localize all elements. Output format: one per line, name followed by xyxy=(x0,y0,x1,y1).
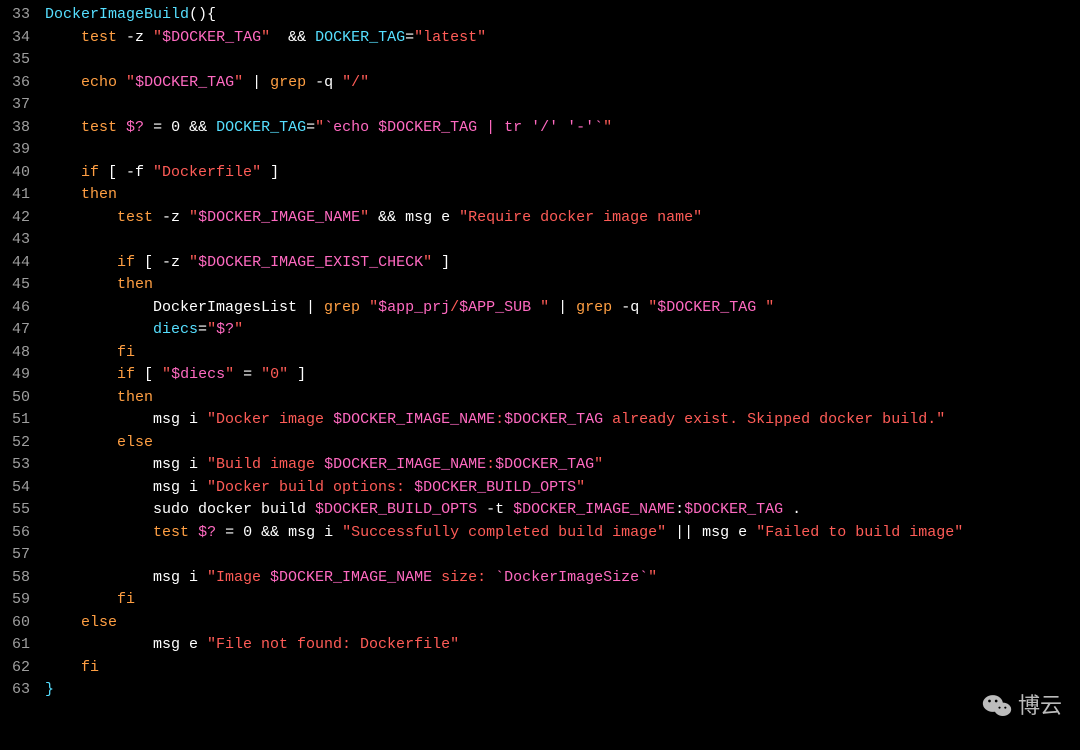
code-line: 45 then xyxy=(0,274,1080,297)
code-line: 35 xyxy=(0,49,1080,72)
line-code: fi xyxy=(36,657,1080,680)
line-code: then xyxy=(36,274,1080,297)
line-code: else xyxy=(36,612,1080,635)
code-line: 56 test $? = 0 && msg i "Successfully co… xyxy=(0,522,1080,545)
line-number: 43 xyxy=(0,229,36,252)
line-code xyxy=(36,139,1080,162)
line-code: } xyxy=(36,679,1080,702)
line-number: 63 xyxy=(0,679,36,702)
line-number: 47 xyxy=(0,319,36,342)
line-code: then xyxy=(36,184,1080,207)
line-number: 61 xyxy=(0,634,36,657)
code-line: 37 xyxy=(0,94,1080,117)
line-code xyxy=(36,229,1080,252)
watermark: 博云 xyxy=(982,689,1062,722)
watermark-text: 博云 xyxy=(1018,689,1062,722)
line-code: msg i "Docker build options: $DOCKER_BUI… xyxy=(36,477,1080,500)
line-number: 37 xyxy=(0,94,36,117)
line-code: if [ -f "Dockerfile" ] xyxy=(36,162,1080,185)
line-number: 55 xyxy=(0,499,36,522)
line-number: 48 xyxy=(0,342,36,365)
code-line: 49 if [ "$diecs" = "0" ] xyxy=(0,364,1080,387)
line-number: 42 xyxy=(0,207,36,230)
line-code xyxy=(36,94,1080,117)
line-number: 59 xyxy=(0,589,36,612)
code-line: 33 DockerImageBuild(){ xyxy=(0,4,1080,27)
code-line: 34 test -z "$DOCKER_TAG" && DOCKER_TAG="… xyxy=(0,27,1080,50)
line-number: 45 xyxy=(0,274,36,297)
line-number: 52 xyxy=(0,432,36,455)
line-number: 34 xyxy=(0,27,36,50)
line-code: then xyxy=(36,387,1080,410)
line-code: diecs="$?" xyxy=(36,319,1080,342)
line-code: test $? = 0 && DOCKER_TAG="`echo $DOCKER… xyxy=(36,117,1080,140)
code-line: 38 test $? = 0 && DOCKER_TAG="`echo $DOC… xyxy=(0,117,1080,140)
line-number: 35 xyxy=(0,49,36,72)
line-code: else xyxy=(36,432,1080,455)
line-code: echo "$DOCKER_TAG" | grep -q "/" xyxy=(36,72,1080,95)
line-number: 57 xyxy=(0,544,36,567)
line-number: 50 xyxy=(0,387,36,410)
code-line: 41 then xyxy=(0,184,1080,207)
line-code: msg i "Build image $DOCKER_IMAGE_NAME:$D… xyxy=(36,454,1080,477)
line-number: 54 xyxy=(0,477,36,500)
code-line: 55 sudo docker build $DOCKER_BUILD_OPTS … xyxy=(0,499,1080,522)
line-code: DockerImagesList | grep "$app_prj/$APP_S… xyxy=(36,297,1080,320)
code-line: 48 fi xyxy=(0,342,1080,365)
line-number: 36 xyxy=(0,72,36,95)
line-number: 56 xyxy=(0,522,36,545)
code-line: 39 xyxy=(0,139,1080,162)
code-line: 59 fi xyxy=(0,589,1080,612)
line-code xyxy=(36,49,1080,72)
code-line: 53 msg i "Build image $DOCKER_IMAGE_NAME… xyxy=(0,454,1080,477)
line-number: 41 xyxy=(0,184,36,207)
line-code: msg i "Docker image $DOCKER_IMAGE_NAME:$… xyxy=(36,409,1080,432)
code-line: 42 test -z "$DOCKER_IMAGE_NAME" && msg e… xyxy=(0,207,1080,230)
code-line: 61 msg e "File not found: Dockerfile" xyxy=(0,634,1080,657)
code-line: 43 xyxy=(0,229,1080,252)
line-number: 33 xyxy=(0,4,36,27)
code-line: 47 diecs="$?" xyxy=(0,319,1080,342)
line-number: 38 xyxy=(0,117,36,140)
line-number: 40 xyxy=(0,162,36,185)
line-code: sudo docker build $DOCKER_BUILD_OPTS -t … xyxy=(36,499,1080,522)
line-number: 49 xyxy=(0,364,36,387)
line-number: 58 xyxy=(0,567,36,590)
line-code: test -z "$DOCKER_IMAGE_NAME" && msg e "R… xyxy=(36,207,1080,230)
code-line: 52 else xyxy=(0,432,1080,455)
line-code: test -z "$DOCKER_TAG" && DOCKER_TAG="lat… xyxy=(36,27,1080,50)
code-line: 46 DockerImagesList | grep "$app_prj/$AP… xyxy=(0,297,1080,320)
code-line: 58 msg i "Image $DOCKER_IMAGE_NAME size:… xyxy=(0,567,1080,590)
code-line: 54 msg i "Docker build options: $DOCKER_… xyxy=(0,477,1080,500)
line-number: 39 xyxy=(0,139,36,162)
code-line: 51 msg i "Docker image $DOCKER_IMAGE_NAM… xyxy=(0,409,1080,432)
code-line: 62 fi xyxy=(0,657,1080,680)
line-code: fi xyxy=(36,589,1080,612)
line-number: 44 xyxy=(0,252,36,275)
line-number: 62 xyxy=(0,657,36,680)
line-number: 46 xyxy=(0,297,36,320)
code-line: 57 xyxy=(0,544,1080,567)
wechat-icon xyxy=(982,693,1012,719)
code-line: 63 } xyxy=(0,679,1080,702)
line-code: msg e "File not found: Dockerfile" xyxy=(36,634,1080,657)
line-code: fi xyxy=(36,342,1080,365)
code-line: 40 if [ -f "Dockerfile" ] xyxy=(0,162,1080,185)
line-code xyxy=(36,544,1080,567)
line-code: if [ "$diecs" = "0" ] xyxy=(36,364,1080,387)
code-line: 36 echo "$DOCKER_TAG" | grep -q "/" xyxy=(0,72,1080,95)
code-line: 50 then xyxy=(0,387,1080,410)
line-number: 53 xyxy=(0,454,36,477)
code-line: 60 else xyxy=(0,612,1080,635)
code-line: 44 if [ -z "$DOCKER_IMAGE_EXIST_CHECK" ] xyxy=(0,252,1080,275)
line-code: if [ -z "$DOCKER_IMAGE_EXIST_CHECK" ] xyxy=(36,252,1080,275)
line-code: test $? = 0 && msg i "Successfully compl… xyxy=(36,522,1080,545)
line-number: 51 xyxy=(0,409,36,432)
line-code: msg i "Image $DOCKER_IMAGE_NAME size: `D… xyxy=(36,567,1080,590)
line-code: DockerImageBuild(){ xyxy=(36,4,1080,27)
code-block: 33 DockerImageBuild(){34 test -z "$DOCKE… xyxy=(0,0,1080,706)
line-number: 60 xyxy=(0,612,36,635)
